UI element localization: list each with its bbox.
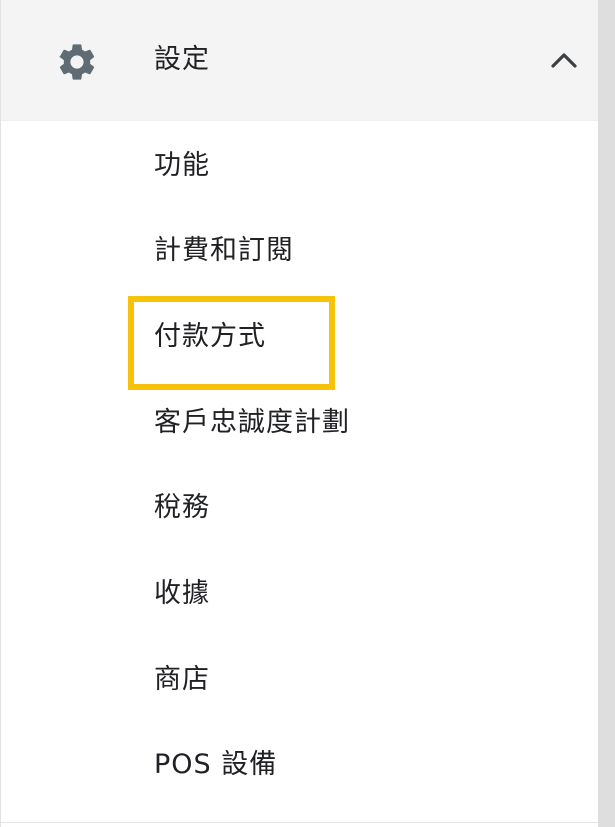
settings-header[interactable]: 設定	[1, 0, 598, 121]
menu-item-features[interactable]: 功能	[154, 146, 210, 186]
settings-title: 設定	[154, 44, 210, 75]
scrollbar[interactable]	[598, 0, 615, 827]
menu-item-receipts[interactable]: 收據	[154, 574, 210, 614]
menu-item-stores[interactable]: 商店	[154, 660, 210, 700]
highlight-box	[128, 296, 335, 390]
menu-item-billing-subscription[interactable]: 計費和訂閱	[154, 231, 294, 271]
menu-item-taxes[interactable]: 稅務	[154, 488, 210, 528]
gear-icon	[59, 44, 95, 80]
menu-item-pos-devices[interactable]: POS 設備	[154, 745, 277, 785]
menu-item-loyalty-program[interactable]: 客戶忠誠度計劃	[154, 403, 350, 443]
chevron-up-icon[interactable]	[549, 50, 579, 70]
divider	[1, 822, 598, 823]
scrollbar-thumb[interactable]	[598, 0, 615, 827]
settings-panel: 設定 功能 計費和訂閱 付款方式 客戶忠誠度計劃 稅務 收據 商店 POS 設備	[0, 0, 598, 827]
